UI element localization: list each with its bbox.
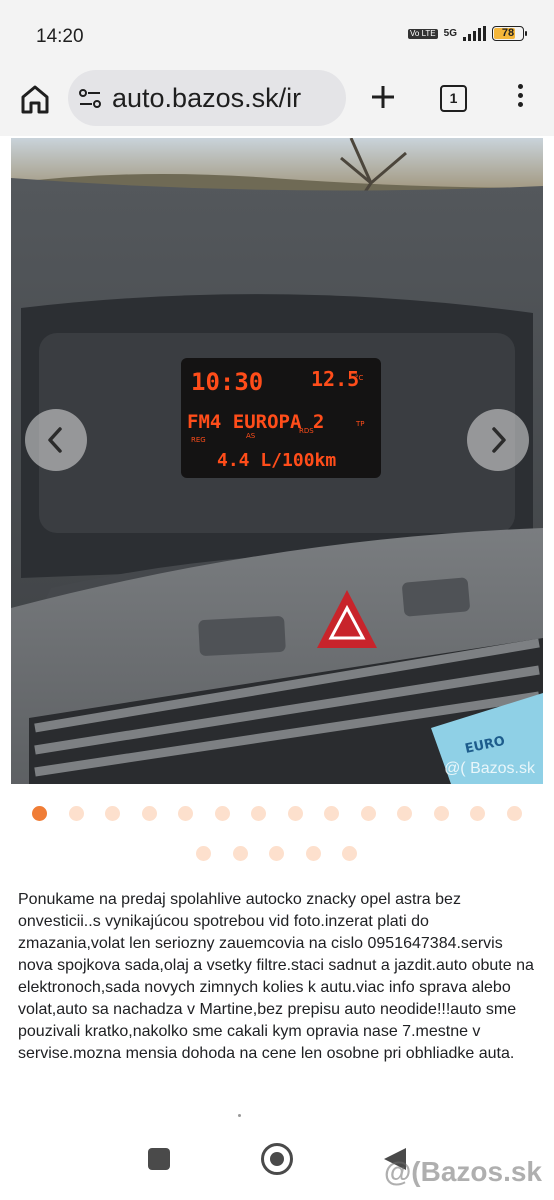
- separator-dot: [238, 1114, 241, 1117]
- system-nav-bar: @(Bazos.sk: [0, 1122, 554, 1200]
- gallery-dot[interactable]: [32, 806, 47, 821]
- volte-icon: Vo LTE: [408, 28, 438, 39]
- tab-switcher-button[interactable]: 1: [440, 85, 467, 112]
- gallery-dot[interactable]: [196, 846, 211, 861]
- status-time: 14:20: [36, 26, 84, 47]
- home-icon: [21, 85, 49, 114]
- address-bar[interactable]: auto.bazos.sk/ir: [68, 70, 346, 126]
- gallery-dot[interactable]: [269, 846, 284, 861]
- gallery-dot[interactable]: [360, 806, 376, 821]
- car-dashboard-image: 10:30 12.5 °C FM4 EUROPA 2 REG AS RDS TP…: [11, 138, 543, 784]
- gallery-dot[interactable]: [324, 806, 339, 821]
- previous-photo-button[interactable]: [25, 409, 87, 471]
- next-photo-button[interactable]: [467, 409, 529, 471]
- listing-description: Ponukame na predaj spolahlive autocko zn…: [18, 891, 534, 1062]
- display-consumption: 4.4 L/100km: [217, 450, 336, 471]
- photo-watermark: @( Bazos.sk: [444, 760, 535, 777]
- new-tab-button[interactable]: [368, 80, 398, 114]
- home-nav-button[interactable]: [261, 1143, 293, 1175]
- footer-watermark: @(Bazos.sk: [383, 1156, 542, 1187]
- chevron-right-icon: [492, 427, 506, 453]
- battery-level: 78: [501, 27, 515, 39]
- gallery-dot[interactable]: [342, 846, 357, 861]
- gallery-dot[interactable]: [178, 806, 193, 821]
- gallery-dot[interactable]: [506, 806, 522, 821]
- home-button[interactable]: [18, 82, 52, 116]
- display-flag-as: AS: [246, 432, 256, 440]
- site-settings-icon[interactable]: [78, 88, 102, 110]
- browser-toolbar: auto.bazos.sk/ir 1: [0, 66, 554, 136]
- gallery-dot[interactable]: [141, 806, 157, 821]
- status-bar: 14:20 Vo LTE 5G 78: [0, 0, 554, 66]
- display-temperature: 12.5: [311, 367, 359, 391]
- display-temp-unit: °C: [355, 374, 364, 382]
- chevron-left-icon: [48, 427, 62, 453]
- display-flag-reg: REG: [191, 436, 206, 444]
- gallery-dot[interactable]: [470, 806, 485, 821]
- battery-icon: 78: [492, 26, 527, 41]
- status-icons: Vo LTE 5G 78: [408, 26, 527, 41]
- gallery-dot[interactable]: [287, 806, 303, 821]
- recents-button[interactable]: [148, 1148, 170, 1170]
- url-text[interactable]: auto.bazos.sk/ir: [112, 83, 301, 114]
- more-menu-icon[interactable]: [510, 81, 530, 113]
- signal-icon: [463, 26, 486, 41]
- display-flag-tp: TP: [355, 420, 365, 428]
- gallery-dot[interactable]: [214, 806, 230, 821]
- display-flag-rds: RDS: [299, 427, 314, 435]
- gallery-dot[interactable]: [305, 846, 321, 861]
- gallery-dot[interactable]: [433, 806, 449, 821]
- network-type: 5G: [443, 28, 457, 39]
- gallery-dot[interactable]: [232, 846, 248, 861]
- listing-photo[interactable]: 10:30 12.5 °C FM4 EUROPA 2 REG AS RDS TP…: [11, 138, 543, 784]
- gallery-dot[interactable]: [397, 806, 412, 821]
- gallery-dot[interactable]: [251, 806, 266, 821]
- display-clock: 10:30: [191, 368, 263, 396]
- gallery-dot[interactable]: [68, 806, 84, 821]
- gallery-dot[interactable]: [105, 806, 120, 821]
- plus-icon: [372, 86, 394, 108]
